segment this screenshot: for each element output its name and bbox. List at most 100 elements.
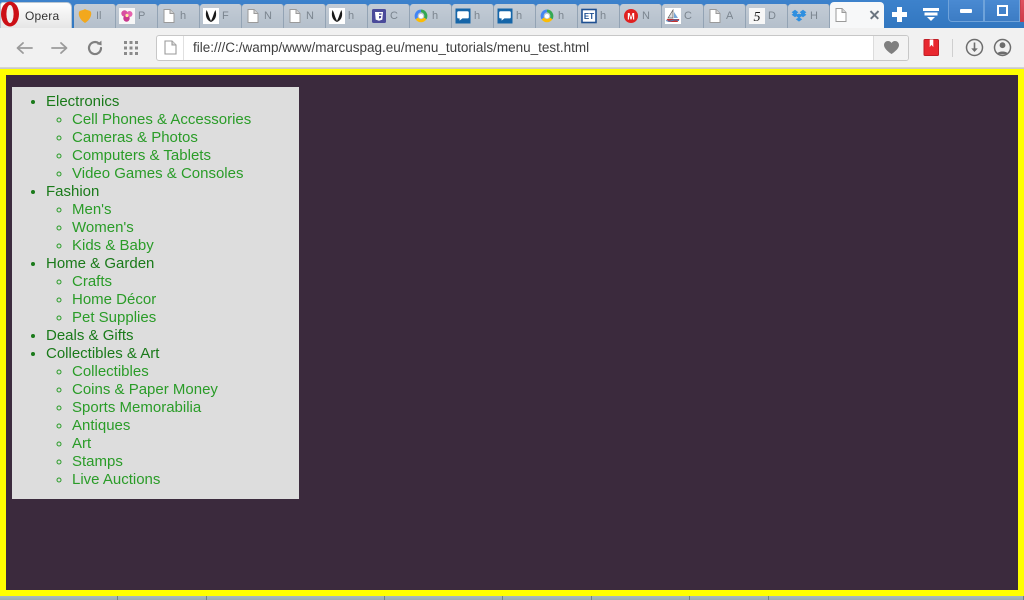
browser-tab[interactable]: MN — [620, 4, 662, 28]
menu-subcategory-item[interactable]: Cameras & Photos — [72, 129, 299, 147]
add-to-favorites-button[interactable] — [873, 35, 908, 60]
plus-icon — [891, 6, 907, 22]
browser-tab-active[interactable] — [830, 2, 884, 28]
menu-subcategory-label: Sports Memorabilia — [72, 399, 202, 416]
browser-tab[interactable]: ET h — [578, 4, 620, 28]
browser-tab[interactable]: h — [536, 4, 578, 28]
menu-subcategory-label: Video Games & Consoles — [72, 165, 244, 182]
laurel-wreath-icon — [329, 8, 345, 24]
profile-button[interactable] — [988, 33, 1016, 63]
page-icon — [161, 8, 177, 24]
browser-tab[interactable]: h — [158, 4, 200, 28]
new-tab-button[interactable] — [884, 0, 914, 28]
menu-subcategory-item[interactable]: Art — [72, 435, 299, 453]
minimize-button[interactable] — [948, 0, 984, 22]
menu-subcategory-label: Antiques — [72, 417, 131, 434]
html5-icon — [371, 8, 387, 24]
menu-subcategory-item[interactable]: Antiques — [72, 417, 299, 435]
menu-subcategory-label: Pet Supplies — [72, 309, 157, 326]
reload-button[interactable] — [80, 33, 110, 63]
taskbar-item[interactable] — [591, 596, 690, 600]
menu-subcategory-item[interactable]: Sports Memorabilia — [72, 399, 299, 417]
menu-category-label: Deals & Gifts — [46, 327, 134, 344]
address-bar[interactable]: file:///C:/wamp/www/marcuspag.eu/menu_tu… — [156, 34, 909, 61]
menu-subcategory-item[interactable]: Men's — [72, 201, 299, 219]
menu-subcategory-item[interactable]: Pet Supplies — [72, 309, 299, 327]
tab-menu-button[interactable] — [914, 0, 948, 28]
browser-tab[interactable]: A — [704, 4, 746, 28]
menu-category-item[interactable]: Home & GardenCraftsHome DécorPet Supplie… — [46, 255, 299, 327]
taskbar-item[interactable] — [689, 596, 769, 600]
browser-tab[interactable]: N — [242, 4, 284, 28]
browser-tab[interactable]: C — [662, 4, 704, 28]
browser-tab[interactable]: h — [410, 4, 452, 28]
window-controls: X — [948, 0, 1024, 28]
menu-category-label: Fashion — [46, 183, 100, 200]
maximize-button[interactable] — [984, 0, 1020, 22]
laurel-wreath-icon — [203, 8, 219, 24]
browser-tab[interactable]: H — [788, 4, 830, 28]
page-info-icon[interactable] — [157, 35, 184, 60]
menu-subcategory-item[interactable]: Live Auctions — [72, 471, 299, 489]
menu-subcategory-item[interactable]: Coins & Paper Money — [72, 381, 299, 399]
menu-category-item[interactable]: ElectronicsCell Phones & AccessoriesCame… — [46, 93, 299, 183]
browser-tab[interactable]: Il — [74, 4, 116, 28]
menu-subcategory-list: CraftsHome DécorPet Supplies — [46, 273, 299, 327]
menu-subcategory-label: Cell Phones & Accessories — [72, 111, 252, 128]
speed-dial-button[interactable] — [116, 33, 146, 63]
menu-category-item[interactable]: Deals & Gifts — [46, 327, 299, 345]
menu-subcategory-label: Collectibles — [72, 363, 149, 380]
svg-text:5: 5 — [754, 10, 761, 24]
toolbar-divider — [952, 38, 953, 57]
menu-subcategory-item[interactable]: Stamps — [72, 453, 299, 471]
heart-icon — [883, 41, 899, 54]
taskbar-item[interactable] — [768, 596, 1024, 600]
menu-category-label: Collectibles & Art — [46, 345, 160, 362]
bookmarks-button[interactable] — [917, 33, 945, 63]
google-dev-icon — [539, 8, 555, 24]
opera-logo-icon — [1, 1, 19, 27]
menu-category-item[interactable]: Collectibles & ArtCollectiblesCoins & Pa… — [46, 345, 299, 489]
browser-tab-title: P — [138, 10, 146, 22]
menu-subcategory-item[interactable]: Computers & Tablets — [72, 147, 299, 165]
browser-tab[interactable]: P — [116, 4, 158, 28]
navigation-toolbar: file:///C:/wamp/www/marcuspag.eu/menu_tu… — [0, 28, 1024, 68]
browser-tab-title: C — [390, 10, 398, 22]
forward-button[interactable] — [44, 33, 74, 63]
taskbar-item[interactable] — [503, 596, 592, 600]
menu-subcategory-list: Men'sWomen'sKids & Baby — [46, 201, 299, 255]
browser-tab[interactable]: h — [326, 4, 368, 28]
menu-subcategory-item[interactable]: Cell Phones & Accessories — [72, 111, 299, 129]
menu-subcategory-item[interactable]: Kids & Baby — [72, 237, 299, 255]
close-window-button[interactable]: X — [1020, 0, 1024, 22]
downloads-button[interactable] — [960, 33, 988, 63]
browser-tab-title: Il — [96, 10, 102, 22]
browser-tab-title: D — [768, 10, 776, 22]
tab-close-icon[interactable] — [869, 10, 879, 20]
et-square-icon: ET — [581, 8, 597, 24]
taskbar-item[interactable] — [118, 596, 207, 600]
menu-category-item[interactable]: FashionMen'sWomen'sKids & Baby — [46, 183, 299, 255]
reload-icon — [87, 40, 103, 55]
url-text[interactable]: file:///C:/wamp/www/marcuspag.eu/menu_tu… — [193, 40, 589, 55]
back-button[interactable] — [10, 33, 40, 63]
browser-tab-title: A — [726, 10, 734, 22]
taskbar-item[interactable] — [206, 596, 385, 600]
browser-tab[interactable]: N — [284, 4, 326, 28]
blue-chat-icon — [455, 8, 471, 24]
browser-tab[interactable]: h — [452, 4, 494, 28]
menu-subcategory-item[interactable]: Collectibles — [72, 363, 299, 381]
menu-subcategory-item[interactable]: Women's — [72, 219, 299, 237]
browser-tab[interactable]: C — [368, 4, 410, 28]
opera-menu-button[interactable]: Opera — [0, 1, 72, 28]
taskbar-item[interactable] — [384, 596, 504, 600]
taskbar-item[interactable] — [0, 596, 119, 600]
browser-tab[interactable]: F — [200, 4, 242, 28]
browser-tab[interactable]: h — [494, 4, 536, 28]
blue-chat-icon — [497, 8, 513, 24]
document-icon — [163, 40, 177, 55]
browser-tab[interactable]: 5D — [746, 4, 788, 28]
menu-subcategory-item[interactable]: Video Games & Consoles — [72, 165, 299, 183]
menu-subcategory-item[interactable]: Home Décor — [72, 291, 299, 309]
menu-subcategory-item[interactable]: Crafts — [72, 273, 299, 291]
